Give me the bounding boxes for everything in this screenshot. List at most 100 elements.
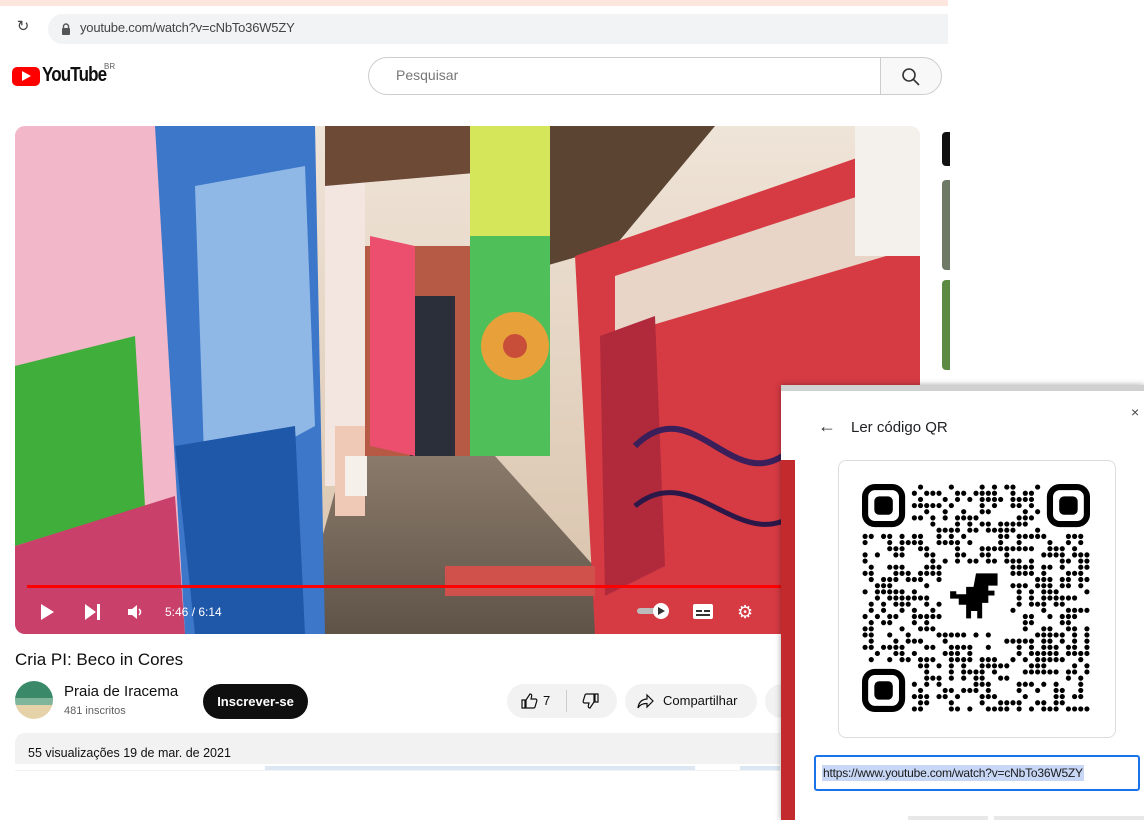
qr-module	[1004, 552, 1010, 558]
qr-module	[924, 570, 930, 576]
back-arrow-icon[interactable]: ←	[818, 417, 836, 435]
qr-module	[991, 657, 998, 663]
qr-module	[948, 644, 954, 650]
qr-module	[967, 539, 973, 546]
qr-module	[1041, 601, 1047, 607]
qr-module	[1016, 533, 1022, 539]
qr-module	[1059, 595, 1065, 601]
qr-module	[942, 558, 948, 564]
qr-module	[991, 546, 998, 552]
channel-avatar[interactable]	[15, 681, 53, 719]
qr-module	[979, 675, 985, 681]
qr-module	[1016, 700, 1022, 706]
qr-module	[1004, 484, 1010, 490]
search-input[interactable]: Pesquisar	[396, 67, 458, 83]
qr-module	[985, 663, 991, 669]
subtitles-icon[interactable]	[693, 604, 713, 619]
youtube-logo-text[interactable]: YouTube	[42, 64, 107, 87]
qr-module	[924, 644, 930, 650]
related-thumbnail[interactable]	[942, 132, 950, 166]
qr-module	[954, 650, 961, 657]
qr-module	[1059, 601, 1065, 607]
qr-module	[924, 700, 930, 706]
qr-module	[868, 620, 874, 626]
reload-icon[interactable]: ↻	[14, 18, 32, 36]
qr-module	[1053, 595, 1059, 601]
autoplay-toggle-icon[interactable]	[637, 602, 671, 620]
related-thumbnail[interactable]	[942, 180, 950, 270]
qr-module	[862, 552, 868, 558]
qr-module	[887, 546, 893, 552]
qr-module	[1047, 638, 1053, 644]
qr-module	[942, 527, 948, 533]
close-icon[interactable]: ×	[1131, 404, 1139, 420]
channel-name[interactable]: Praia de Iracema	[64, 683, 178, 700]
qr-module	[1041, 564, 1047, 570]
qr-module	[948, 700, 954, 706]
qr-module	[924, 552, 930, 558]
progress-bar[interactable]	[27, 585, 907, 588]
qr-module	[936, 681, 942, 687]
qr-module	[1065, 706, 1072, 712]
url-text[interactable]: youtube.com/watch?v=cNbTo36W5ZY	[80, 20, 295, 35]
qr-module	[1016, 589, 1022, 595]
dialog-button-edge[interactable]	[994, 816, 1144, 820]
share-label: Compartilhar	[663, 693, 738, 708]
qr-module	[948, 669, 954, 675]
qr-module	[942, 632, 948, 638]
search-button[interactable]	[880, 57, 942, 95]
qr-module	[880, 583, 887, 589]
lock-icon[interactable]	[60, 22, 72, 36]
dialog-button-edge[interactable]	[908, 816, 988, 820]
qr-module	[868, 570, 874, 576]
next-icon[interactable]	[85, 604, 101, 620]
qr-module	[905, 539, 911, 546]
qr-module	[1022, 564, 1028, 570]
qr-module	[1010, 700, 1016, 706]
qr-module	[874, 613, 880, 620]
dislike-icon[interactable]	[582, 692, 600, 710]
qr-module	[1016, 558, 1022, 564]
qr-module	[973, 675, 979, 681]
qr-module	[948, 502, 954, 509]
volume-icon[interactable]	[128, 604, 146, 620]
qr-module	[1028, 681, 1035, 687]
qr-module	[936, 533, 942, 539]
qr-module	[1016, 521, 1022, 527]
qr-module	[1047, 632, 1053, 638]
qr-url-text[interactable]: https://www.youtube.com/watch?v=cNbTo36W…	[822, 765, 1084, 781]
qr-module	[917, 657, 924, 663]
qr-module	[1041, 632, 1047, 638]
subscribe-button[interactable]: Inscrever-se	[203, 684, 308, 719]
qr-module	[1065, 558, 1072, 564]
qr-module	[1028, 564, 1035, 570]
qr-module	[880, 576, 887, 583]
qr-module	[1035, 669, 1041, 675]
qr-module	[1028, 546, 1035, 552]
qr-module	[1016, 650, 1022, 657]
qr-module	[1016, 644, 1022, 650]
play-icon[interactable]	[41, 604, 54, 620]
qr-module	[967, 496, 973, 502]
settings-icon[interactable]: ⚙	[737, 602, 757, 622]
qr-module	[1016, 546, 1022, 552]
qr-module	[1072, 694, 1078, 700]
qr-module	[1010, 490, 1016, 496]
qr-module	[868, 632, 874, 638]
qr-module	[973, 558, 979, 564]
qr-module	[967, 521, 973, 527]
qr-module	[1028, 638, 1035, 644]
qr-module	[985, 681, 991, 687]
qr-module	[1041, 663, 1047, 669]
qr-module	[924, 490, 930, 496]
related-thumbnail[interactable]	[942, 280, 950, 370]
qr-module	[899, 570, 905, 576]
qr-module	[1078, 570, 1084, 576]
qr-module	[930, 552, 936, 558]
qr-module	[967, 669, 973, 675]
qr-module	[1010, 496, 1016, 502]
qr-module	[1065, 570, 1072, 576]
qr-module	[887, 539, 893, 546]
qr-module	[973, 687, 979, 694]
like-icon[interactable]	[520, 692, 538, 710]
